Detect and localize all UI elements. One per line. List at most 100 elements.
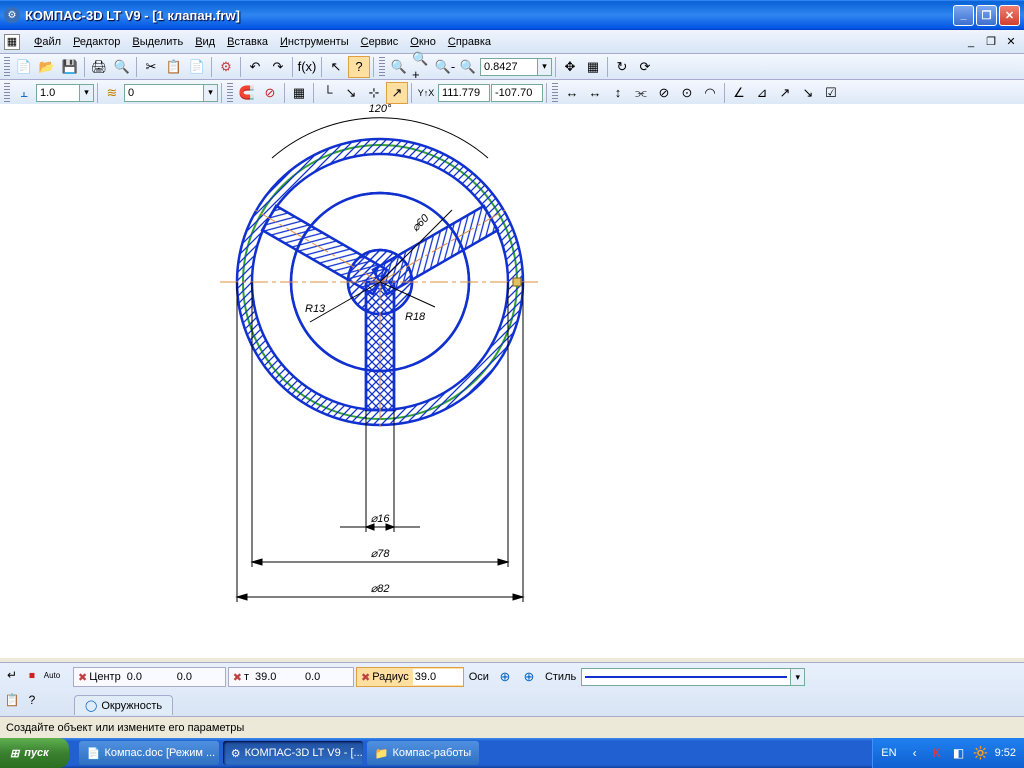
- radius-input[interactable]: [413, 669, 463, 685]
- menu-item-выделить[interactable]: Выделить: [126, 33, 189, 51]
- select-arrow-button[interactable]: ↖: [325, 56, 347, 78]
- taskbar-item-word[interactable]: 📄Компас.doc [Режим ...: [79, 741, 219, 765]
- point-x-input[interactable]: [253, 669, 303, 685]
- radius-field[interactable]: ✖Радиус: [356, 667, 464, 687]
- dropdown-icon[interactable]: ▾: [80, 84, 94, 102]
- new-file-button[interactable]: 📄: [13, 56, 35, 78]
- remember-state-button[interactable]: 📋: [3, 691, 21, 709]
- print-preview-button[interactable]: 🔍: [111, 56, 133, 78]
- toolbar-grip[interactable]: [4, 83, 10, 103]
- zoom-scale-button[interactable]: 🔍: [457, 56, 479, 78]
- toolbar-grip[interactable]: [552, 83, 558, 103]
- start-button[interactable]: ⊞ пуск: [0, 738, 69, 768]
- toolbar-grip[interactable]: [4, 57, 10, 77]
- taskbar-item-folder[interactable]: 📁Компас-работы: [367, 741, 479, 765]
- style-combo[interactable]: ▾: [581, 668, 805, 686]
- undo-button[interactable]: ↶: [244, 56, 266, 78]
- language-indicator[interactable]: EN: [881, 747, 896, 759]
- mdi-restore-button[interactable]: ❐: [984, 35, 998, 49]
- paste-button[interactable]: 📄: [186, 56, 208, 78]
- dropdown-icon[interactable]: ▾: [791, 668, 805, 686]
- maximize-button[interactable]: ❐: [976, 5, 997, 26]
- tray-show-hidden-icon[interactable]: ‹: [907, 745, 923, 761]
- menu-item-справка[interactable]: Справка: [442, 33, 497, 51]
- menu-item-вставка[interactable]: Вставка: [221, 33, 274, 51]
- step-icon[interactable]: ⫠: [13, 82, 35, 104]
- dim-radius-button[interactable]: ⊙: [676, 82, 698, 104]
- stop-button[interactable]: ⏹: [23, 666, 41, 684]
- dim-chain-button[interactable]: ⫘: [630, 82, 652, 104]
- print-button[interactable]: 🖨: [88, 56, 110, 78]
- create-object-button[interactable]: ↵: [3, 666, 21, 684]
- coord-x-input[interactable]: [438, 84, 490, 102]
- point-y-input[interactable]: [303, 669, 353, 685]
- step-combo[interactable]: ▾: [36, 84, 94, 102]
- redraw-button[interactable]: ↻: [611, 56, 633, 78]
- properties-button[interactable]: ⚙: [215, 56, 237, 78]
- param-mode-button[interactable]: ↗: [386, 82, 408, 104]
- redo-button[interactable]: ↷: [267, 56, 289, 78]
- save-button[interactable]: 💾: [59, 56, 81, 78]
- help-prop-button[interactable]: ?: [23, 691, 41, 709]
- snap-off-button[interactable]: ⊘: [259, 82, 281, 104]
- taskbar-item-kompas[interactable]: ⚙КОМПАС-3D LT V9 - [...: [223, 741, 363, 765]
- auto-create-button[interactable]: Auto: [43, 666, 61, 684]
- variables-button[interactable]: f(x): [296, 56, 318, 78]
- ortho-button[interactable]: └: [317, 82, 339, 104]
- toolbar-grip[interactable]: [227, 83, 233, 103]
- minimize-button[interactable]: _: [953, 5, 974, 26]
- menu-item-сервис[interactable]: Сервис: [355, 33, 405, 51]
- menu-item-вид[interactable]: Вид: [189, 33, 221, 51]
- tray-icon-2[interactable]: ◧: [951, 745, 967, 761]
- zoom-window-button[interactable]: 🔍: [388, 56, 410, 78]
- grid-button[interactable]: ▦: [288, 82, 310, 104]
- leader-button[interactable]: ↗: [774, 82, 796, 104]
- copy-button[interactable]: 📋: [163, 56, 185, 78]
- close-button[interactable]: ✕: [999, 5, 1020, 26]
- zoom-input[interactable]: [480, 58, 538, 76]
- open-file-button[interactable]: 📂: [36, 56, 58, 78]
- toolbar-grip[interactable]: [379, 57, 385, 77]
- zoom-in-button[interactable]: 🔍+: [411, 56, 433, 78]
- help-button[interactable]: ?: [348, 56, 370, 78]
- zoom-fit-button[interactable]: ▦: [582, 56, 604, 78]
- zoom-combo[interactable]: ▾: [480, 58, 552, 76]
- leader2-button[interactable]: ↘: [797, 82, 819, 104]
- dropdown-icon[interactable]: ▾: [538, 58, 552, 76]
- dim-angular-button[interactable]: ⊿: [751, 82, 773, 104]
- clock[interactable]: 9:52: [995, 747, 1016, 759]
- layers-button[interactable]: ≋: [101, 82, 123, 104]
- step-input[interactable]: [36, 84, 80, 102]
- menu-item-файл[interactable]: Файл: [28, 33, 67, 51]
- document-icon[interactable]: ▦: [4, 34, 20, 50]
- pan-button[interactable]: ✥: [559, 56, 581, 78]
- mdi-close-button[interactable]: ✕: [1004, 35, 1018, 49]
- center-field[interactable]: ✖Центр: [73, 667, 226, 687]
- dim-horiz-button[interactable]: ↔: [584, 82, 606, 104]
- snap-on-button[interactable]: 🧲: [236, 82, 258, 104]
- axes-off-button[interactable]: ⊕: [494, 666, 516, 688]
- menu-item-инструменты[interactable]: Инструменты: [274, 33, 355, 51]
- dim-arc-button[interactable]: ◠: [699, 82, 721, 104]
- tray-icon-3[interactable]: 🔆: [973, 745, 989, 761]
- circle-tab[interactable]: ◯ Окружность: [74, 695, 173, 715]
- local-cs-button[interactable]: ⊹: [363, 82, 385, 104]
- tray-antivirus-icon[interactable]: K: [929, 745, 945, 761]
- drawing-canvas[interactable]: 120° ⌀60 R13 R18 ⌀16 ⌀78 ⌀82: [0, 104, 1024, 658]
- layer-input[interactable]: [124, 84, 204, 102]
- center-x-input[interactable]: [125, 669, 175, 685]
- center-y-input[interactable]: [175, 669, 225, 685]
- dim-linear-button[interactable]: ↔: [561, 82, 583, 104]
- point-field[interactable]: ✖т: [228, 667, 354, 687]
- dim-diameter-button[interactable]: ⊘: [653, 82, 675, 104]
- menu-item-редактор[interactable]: Редактор: [67, 33, 126, 51]
- dropdown-icon[interactable]: ▾: [204, 84, 218, 102]
- dim-final-button[interactable]: ☑: [820, 82, 842, 104]
- layer-combo[interactable]: ▾: [124, 84, 218, 102]
- zoom-out-button[interactable]: 🔍-: [434, 56, 456, 78]
- refresh-button[interactable]: ⟳: [634, 56, 656, 78]
- round-button[interactable]: ↘: [340, 82, 362, 104]
- axes-on-button[interactable]: ⊕: [518, 666, 540, 688]
- mdi-minimize-button[interactable]: _: [964, 35, 978, 49]
- coord-y-input[interactable]: [491, 84, 543, 102]
